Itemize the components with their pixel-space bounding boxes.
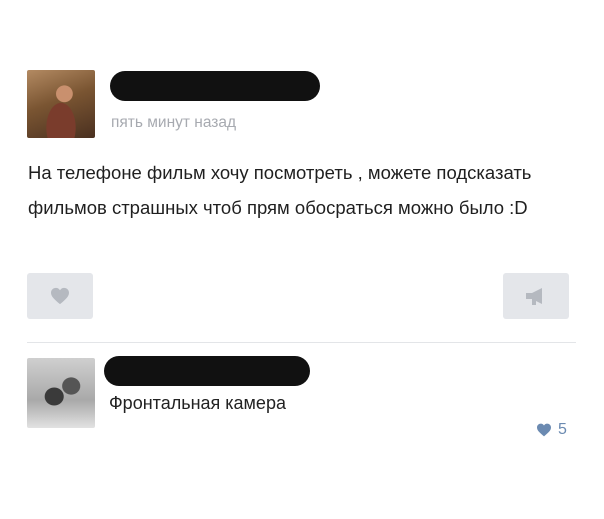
like-button[interactable] xyxy=(27,273,93,319)
share-button[interactable] xyxy=(503,273,569,319)
comment-author-name-redacted xyxy=(104,356,310,386)
comment-author-avatar[interactable] xyxy=(27,358,95,428)
divider xyxy=(27,342,576,343)
megaphone-icon xyxy=(526,288,542,305)
comment-text: Фронтальная камера xyxy=(109,393,286,413)
heart-icon xyxy=(537,423,551,437)
post-text: На телефоне фильм хочу посмотреть , може… xyxy=(28,162,532,218)
comment-like-button[interactable]: 5 xyxy=(536,421,567,439)
heart-icon xyxy=(51,287,69,305)
post-timestamp[interactable]: пять минут назад xyxy=(111,114,236,132)
comment-likes-count: 5 xyxy=(558,421,567,438)
post-author-name-redacted xyxy=(110,71,320,101)
post-author-avatar[interactable] xyxy=(27,70,95,138)
